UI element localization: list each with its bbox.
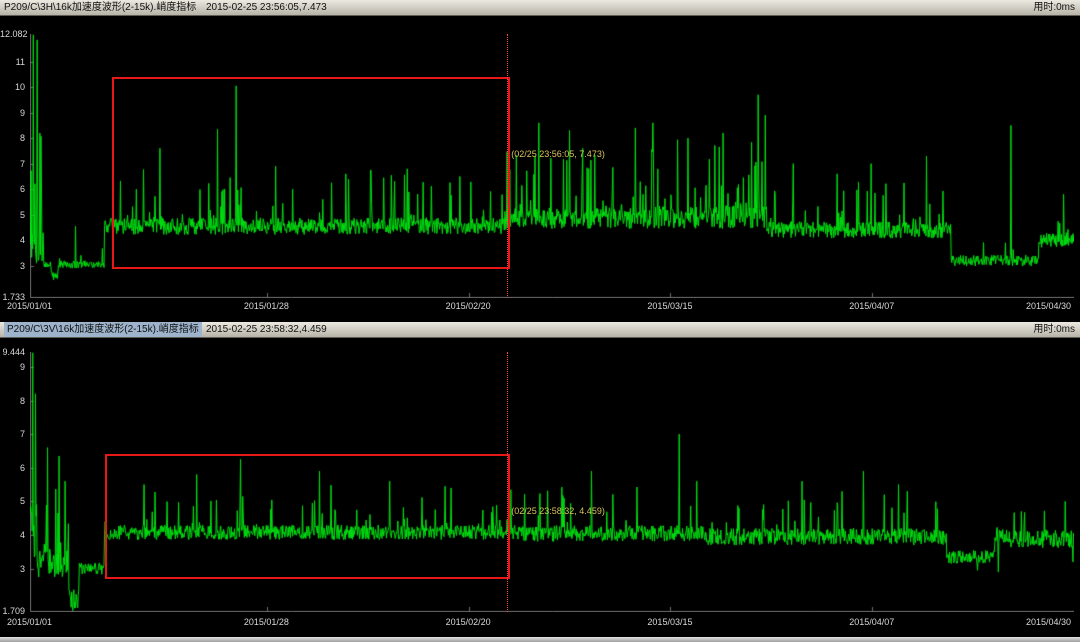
x-tick-label: 2015/03/15 — [647, 301, 692, 311]
y-max-label: 12.082 — [0, 29, 25, 39]
y-max-label: 9.444 — [0, 347, 25, 357]
channel-title[interactable]: P209/C\3V\16k加速度波形(2-15k).峭度指标 — [4, 322, 202, 337]
selection-box[interactable] — [105, 454, 511, 579]
x-tick-label: 2015/04/30 — [1026, 617, 1071, 627]
x-tick-label: 2015/01/28 — [244, 301, 289, 311]
x-tick-label: 2015/02/20 — [446, 617, 491, 627]
y-tick-label: 9 — [0, 362, 25, 372]
y-axis-labels: 12.082111098765431.733 — [0, 34, 25, 298]
bottom-scrollbar[interactable] — [0, 637, 1080, 642]
y-tick-label: 7 — [0, 159, 25, 169]
y-tick-label: 8 — [0, 396, 25, 406]
y-tick-label: 3 — [0, 261, 25, 271]
elapsed-time-label: 用时:0ms — [1033, 322, 1075, 337]
y-tick-label: 5 — [0, 496, 25, 506]
x-tick-label: 2015/02/20 — [446, 301, 491, 311]
chart-header[interactable]: P209/C\3V\16k加速度波形(2-15k).峭度指标 2015-02-2… — [0, 322, 1080, 338]
x-tick-label: 2015/01/01 — [7, 301, 52, 311]
chart-panel-h-channel: P209/C\3H\16k加速度波形(2-15k).峭度指标 2015-02-2… — [0, 0, 1080, 322]
x-tick-label: 2015/04/30 — [1026, 301, 1071, 311]
y-tick-label: 6 — [0, 463, 25, 473]
selection-box[interactable] — [112, 77, 511, 269]
channel-title[interactable]: P209/C\3H\16k加速度波形(2-15k).峭度指标 — [4, 0, 196, 15]
x-axis-labels: 2015/01/01 2015/01/28 2015/02/20 2015/03/15… — [0, 301, 1080, 313]
chart-panel-v-channel: P209/C\3V\16k加速度波形(2-15k).峭度指标 2015-02-2… — [0, 322, 1080, 642]
x-tick-label: 2015/01/01 — [7, 617, 52, 627]
y-tick-label: 4 — [0, 530, 25, 540]
y-tick-label: 11 — [0, 57, 25, 67]
y-tick-label: 8 — [0, 133, 25, 143]
cursor-annotation: (02/25 23:56:05, 7.473) — [511, 149, 605, 159]
y-tick-label: 4 — [0, 235, 25, 245]
x-tick-label: 2015/04/07 — [849, 301, 894, 311]
cursor-timestamp: 2015-02-25 23:58:32,4.459 — [206, 322, 327, 337]
y-tick-label: 10 — [0, 82, 25, 92]
cursor-line[interactable] — [507, 352, 508, 612]
cursor-line[interactable] — [507, 34, 508, 298]
chart-header[interactable]: P209/C\3H\16k加速度波形(2-15k).峭度指标 2015-02-2… — [0, 0, 1080, 16]
y-tick-label: 6 — [0, 184, 25, 194]
vibration-monitor-screen: P209/C\3H\16k加速度波形(2-15k).峭度指标 2015-02-2… — [0, 0, 1080, 642]
y-tick-label: 5 — [0, 210, 25, 220]
y-axis-labels: 9.44498765431.709 — [0, 352, 25, 612]
cursor-timestamp: 2015-02-25 23:56:05,7.473 — [206, 0, 327, 15]
x-tick-label: 2015/03/15 — [647, 617, 692, 627]
y-tick-label: 9 — [0, 108, 25, 118]
x-tick-label: 2015/01/28 — [244, 617, 289, 627]
elapsed-time-label: 用时:0ms — [1033, 0, 1075, 15]
cursor-annotation: (02/25 23:58:32, 4.459) — [511, 506, 605, 516]
y-min-label: 1.709 — [0, 606, 25, 616]
x-axis-labels: 2015/01/01 2015/01/28 2015/02/20 2015/03/15… — [0, 617, 1080, 629]
y-tick-label: 7 — [0, 429, 25, 439]
x-tick-label: 2015/04/07 — [849, 617, 894, 627]
y-tick-label: 3 — [0, 564, 25, 574]
